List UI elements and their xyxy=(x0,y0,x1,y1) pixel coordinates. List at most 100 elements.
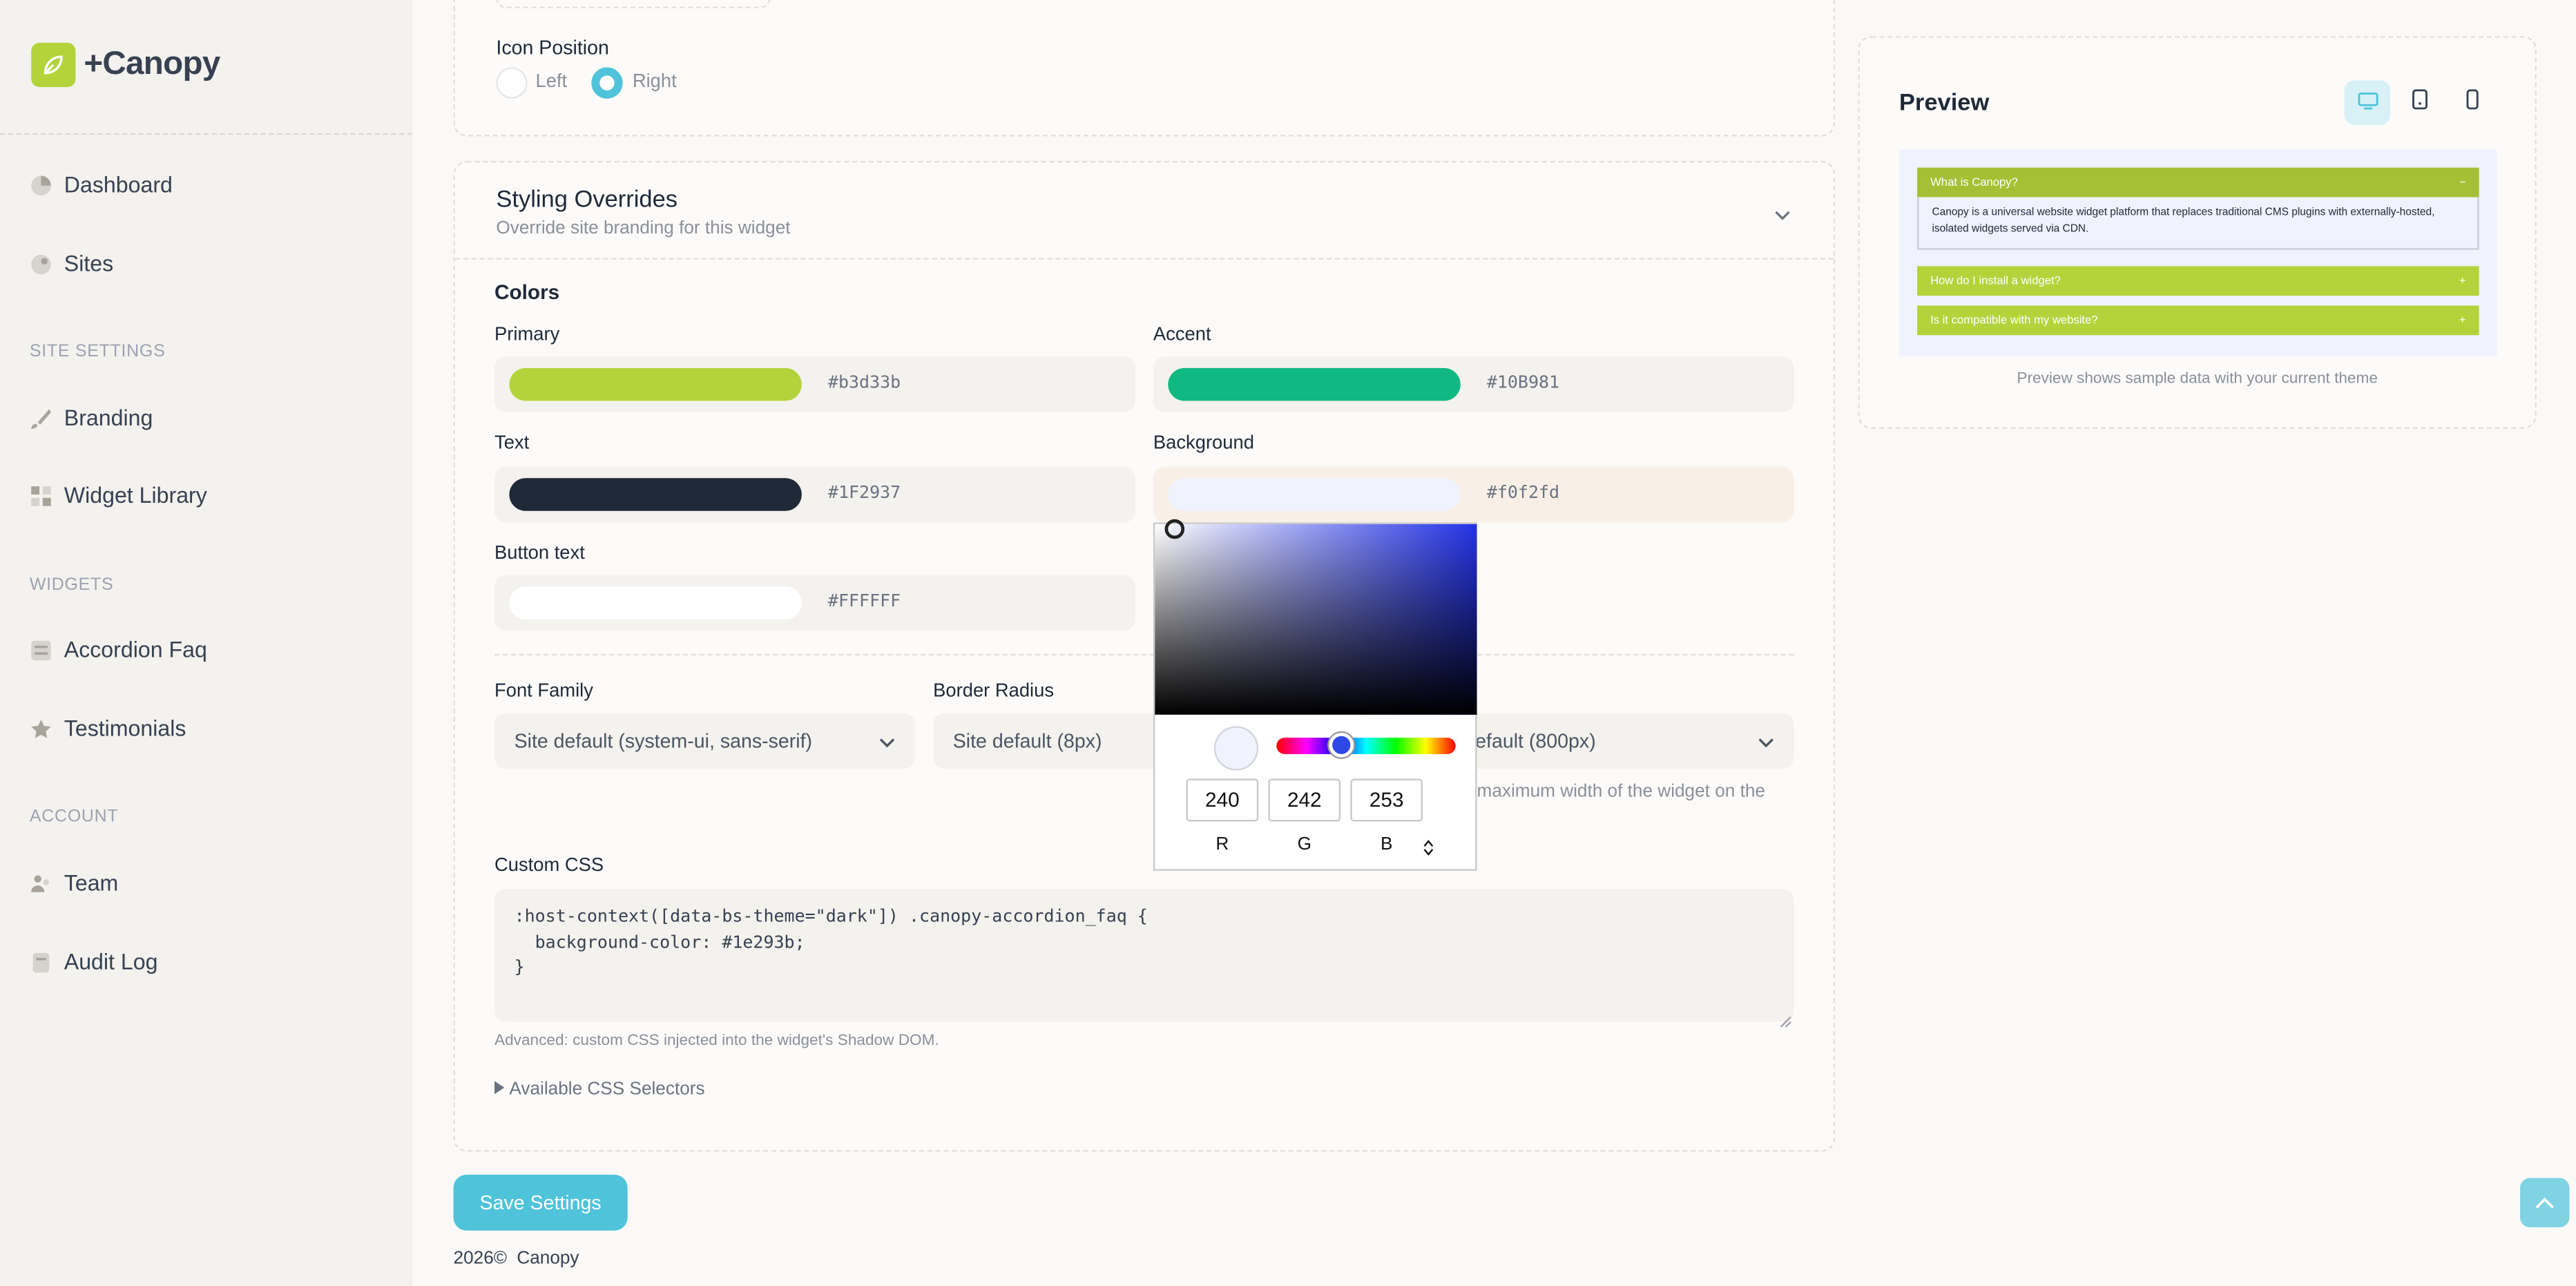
section-site-settings: SITE SETTINGS xyxy=(29,341,166,362)
format-toggle-icon[interactable] xyxy=(1423,834,1434,864)
desktop-view-button[interactable] xyxy=(2344,80,2391,125)
styling-subtitle: Override site branding for this widget xyxy=(496,218,791,238)
green-input[interactable]: 242 xyxy=(1268,778,1341,822)
icon-position-label: Icon Position xyxy=(496,36,609,59)
background-swatch[interactable] xyxy=(1168,478,1461,511)
sidebar-item-testimonials[interactable]: Testimonials xyxy=(30,716,186,741)
sidebar-item-widget-library[interactable]: Widget Library xyxy=(30,483,207,508)
red-input[interactable]: 240 xyxy=(1186,778,1259,822)
accent-color-field[interactable]: #10B981 xyxy=(1153,356,1794,413)
card-divider xyxy=(454,258,1834,260)
max-width-help: maximum width of the widget on the xyxy=(1477,782,1765,802)
mobile-icon xyxy=(2466,88,2479,117)
radio-left-label[interactable]: Left xyxy=(535,73,567,93)
styling-title: Styling Overrides xyxy=(496,187,678,214)
faq-item-head[interactable]: How do I install a widget? + xyxy=(1917,266,2479,296)
sidebar-item-dashboard[interactable]: Dashboard xyxy=(30,172,173,198)
save-settings-button[interactable]: Save Settings xyxy=(453,1174,628,1231)
saturation-handle[interactable] xyxy=(1164,519,1185,539)
faq-item-head[interactable]: Is it compatible with my website? + xyxy=(1917,305,2479,336)
document-icon xyxy=(30,950,52,973)
chevron-up-icon xyxy=(2535,1188,2555,1218)
chevron-down-icon xyxy=(1758,731,1774,754)
hue-slider[interactable] xyxy=(1276,738,1456,754)
faq-answer: Canopy is a universal website widget pla… xyxy=(1917,197,2479,250)
border-radius-value: Site default (8px) xyxy=(952,729,1102,753)
hue-handle[interactable] xyxy=(1329,732,1354,758)
section-widgets: WIDGETS xyxy=(29,575,114,595)
sidebar-item-sites[interactable]: Sites xyxy=(30,251,113,276)
sidebar-item-label: Widget Library xyxy=(64,483,207,508)
background-color-field[interactable]: #f0f2fd xyxy=(1153,466,1794,523)
css-selectors-label: Available CSS Selectors xyxy=(509,1079,705,1100)
button-text-label: Button text xyxy=(494,544,585,564)
sidebar-item-audit-log[interactable]: Audit Log xyxy=(30,949,158,975)
primary-swatch[interactable] xyxy=(509,367,802,401)
custom-css-label: Custom CSS xyxy=(494,856,604,876)
sidebar-item-label: Accordion Faq xyxy=(64,637,207,662)
sidebar-item-label: Dashboard xyxy=(64,172,173,198)
icon-position-card: Icon Position Left Right xyxy=(453,0,1836,137)
sidebar-item-accordion-faq[interactable]: Accordion Faq xyxy=(30,637,207,662)
faq-question: What is Canopy? xyxy=(1930,176,2018,189)
text-color-field[interactable]: #1F2937 xyxy=(494,466,1135,523)
font-family-value: Site default (system-ui, sans-serif) xyxy=(514,729,813,753)
tablet-view-button[interactable] xyxy=(2397,81,2443,125)
button-text-hex[interactable]: #FFFFFF xyxy=(828,591,901,611)
brand[interactable]: +Canopy xyxy=(31,42,220,88)
scroll-to-top-button[interactable] xyxy=(2520,1178,2570,1227)
users-icon xyxy=(30,872,52,894)
sidebar-item-label: Testimonials xyxy=(64,716,186,741)
chevron-down-icon[interactable] xyxy=(1774,200,1791,230)
chart-pie-icon xyxy=(30,173,52,196)
sidebar-item-label: Team xyxy=(64,870,119,896)
color-picker-popover: 240 242 253 R G B xyxy=(1153,519,1477,871)
text-hex[interactable]: #1F2937 xyxy=(828,483,901,503)
background-hex[interactable]: #f0f2fd xyxy=(1487,483,1559,503)
text-color-label: Text xyxy=(494,434,530,454)
custom-css-textarea[interactable]: :host-context([data-bs-theme="dark"]) .c… xyxy=(494,888,1794,1022)
field-remnant xyxy=(496,0,771,8)
radio-right[interactable] xyxy=(591,67,623,99)
color-preview-swatch xyxy=(1213,726,1259,771)
footer-name[interactable]: Canopy xyxy=(517,1249,579,1269)
list-icon xyxy=(30,638,52,661)
resize-handle-icon[interactable] xyxy=(1779,1007,1792,1037)
radio-right-label[interactable]: Right xyxy=(633,73,677,93)
triangle-right-icon xyxy=(494,1079,505,1100)
text-swatch[interactable] xyxy=(509,478,802,511)
chevron-down-icon xyxy=(879,731,896,754)
leaf-logo-icon xyxy=(31,42,76,88)
faq-question: Is it compatible with my website? xyxy=(1930,314,2098,327)
green-label: G xyxy=(1297,834,1311,854)
blue-input[interactable]: 253 xyxy=(1350,778,1423,822)
primary-hex[interactable]: #b3d33b xyxy=(828,373,901,393)
preview-note: Preview shows sample data with your curr… xyxy=(2017,370,2378,388)
desktop-icon xyxy=(2356,88,2378,117)
accent-swatch[interactable] xyxy=(1168,367,1461,401)
radio-left[interactable] xyxy=(496,67,528,99)
sidebar-item-label: Branding xyxy=(64,405,153,431)
brand-name: +Canopy xyxy=(84,46,220,82)
css-selectors-toggle[interactable]: Available CSS Selectors xyxy=(494,1079,705,1100)
preview-card: Preview What is Canopy? − Canopy is a un… xyxy=(1858,36,2537,429)
tablet-icon xyxy=(2412,88,2428,117)
sidebar-item-label: Sites xyxy=(64,251,114,276)
faq-item-head[interactable]: What is Canopy? − xyxy=(1917,167,2479,198)
sidebar-divider xyxy=(0,133,413,135)
sidebar-item-team[interactable]: Team xyxy=(30,870,119,896)
font-family-select[interactable]: Site default (system-ui, sans-serif) xyxy=(494,713,915,769)
footer: 2026© Canopy xyxy=(454,1249,579,1269)
background-label: Background xyxy=(1153,434,1254,454)
footer-year: 2026© xyxy=(453,1248,508,1269)
accent-hex[interactable]: #10B981 xyxy=(1487,373,1559,393)
sidebar-item-branding[interactable]: Branding xyxy=(30,405,153,431)
accent-label: Accent xyxy=(1153,325,1211,345)
saturation-area[interactable] xyxy=(1155,519,1477,715)
sidebar-item-label: Audit Log xyxy=(64,949,158,975)
star-icon xyxy=(30,717,52,740)
primary-color-field[interactable]: #b3d33b xyxy=(494,356,1135,413)
button-text-color-field[interactable]: #FFFFFF xyxy=(494,575,1135,631)
button-text-swatch[interactable] xyxy=(509,586,802,620)
mobile-view-button[interactable] xyxy=(2450,81,2496,125)
